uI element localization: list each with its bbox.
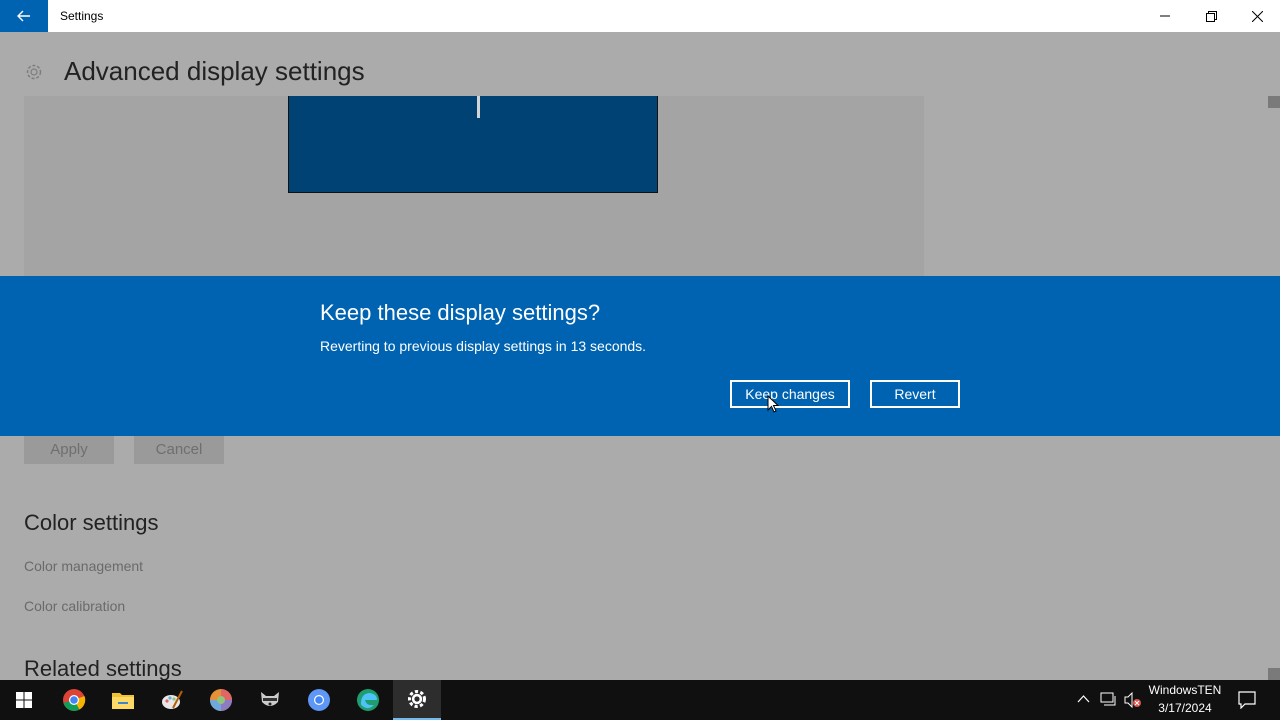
computer-name: WindowsTEN: [1148, 683, 1222, 697]
dialog-message: Reverting to previous display settings i…: [320, 338, 647, 354]
window-controls: [1142, 0, 1280, 32]
page-header: Advanced display settings: [24, 56, 365, 87]
raccoon-icon: [261, 692, 279, 706]
scrollbar-up[interactable]: [1268, 96, 1280, 108]
related-settings-heading: Related settings: [24, 656, 182, 680]
restore-button[interactable]: [1188, 0, 1234, 32]
edge-icon: [357, 689, 379, 711]
paint-icon: [162, 690, 183, 709]
minimize-icon: [1160, 15, 1170, 17]
taskbar: WindowsTEN 3/17/2024: [0, 680, 1280, 720]
color-wheel-icon: [210, 689, 232, 711]
revert-button[interactable]: Revert: [870, 380, 960, 408]
keep-settings-dialog: Keep these display settings? Reverting t…: [0, 276, 1280, 436]
restore-icon: [1205, 10, 1217, 22]
keep-changes-button[interactable]: Keep changes: [730, 380, 850, 408]
taskbar-chromium[interactable]: [295, 680, 343, 720]
taskbar-chrome[interactable]: [50, 680, 98, 720]
title-bar: Settings: [0, 0, 1280, 32]
dialog-title: Keep these display settings?: [320, 300, 601, 325]
page-title: Advanced display settings: [64, 56, 365, 86]
cancel-button[interactable]: Cancel: [134, 434, 224, 464]
settings-icon: [408, 690, 426, 708]
close-icon: [1251, 10, 1263, 22]
mouse-cursor-icon: [767, 395, 779, 413]
clock-date[interactable]: 3/17/2024: [1140, 701, 1230, 715]
apply-button[interactable]: Apply: [24, 434, 114, 464]
close-button[interactable]: [1234, 0, 1280, 32]
action-center-icon[interactable]: [1238, 691, 1256, 709]
taskbar-raccoon-app[interactable]: [246, 680, 294, 720]
monitor-1[interactable]: [288, 96, 658, 193]
taskbar-file-explorer[interactable]: [99, 680, 147, 720]
back-arrow-icon: [17, 10, 30, 22]
chromium-icon: [308, 689, 330, 711]
taskbar-settings[interactable]: [393, 680, 441, 720]
taskbar-color-app[interactable]: [197, 680, 245, 720]
taskbar-paint[interactable]: [148, 680, 196, 720]
show-hidden-icons-icon[interactable]: [1077, 694, 1090, 704]
scrollbar-down[interactable]: [1268, 668, 1280, 680]
network-icon[interactable]: [1100, 692, 1117, 707]
color-settings-heading: Color settings: [24, 510, 159, 535]
file-explorer-icon: [112, 693, 134, 709]
gear-icon: [26, 64, 42, 79]
taskbar-edge[interactable]: [344, 680, 392, 720]
monitor-marker: [477, 96, 480, 118]
start-button[interactable]: [0, 680, 48, 720]
windows-logo-icon: [16, 692, 32, 708]
minimize-button[interactable]: [1142, 0, 1188, 32]
color-management-link[interactable]: Color management: [24, 558, 143, 574]
color-calibration-link[interactable]: Color calibration: [24, 598, 125, 614]
back-button[interactable]: [0, 0, 48, 32]
chrome-icon: [63, 689, 86, 711]
display-arrangement-area: [24, 96, 924, 276]
window-title: Settings: [60, 9, 104, 23]
